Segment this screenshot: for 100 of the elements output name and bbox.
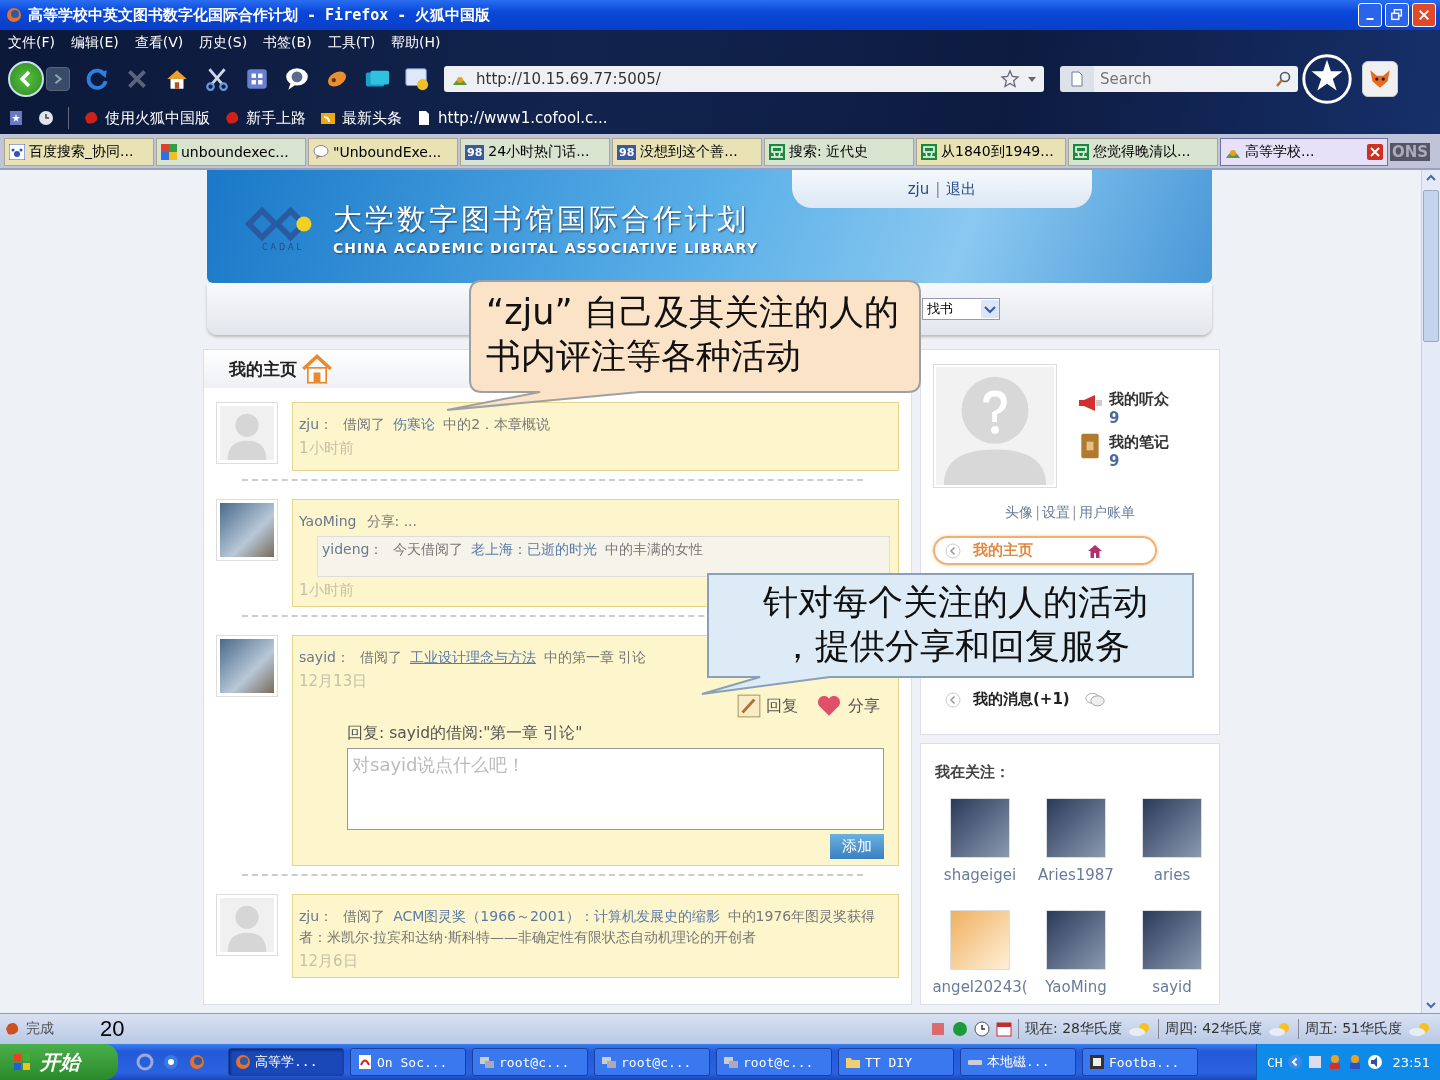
site-subtitle: CHINA ACADEMIC DIGITAL ASSOCIATIVE LIBRARY bbox=[333, 240, 758, 256]
photo-placeholder[interactable] bbox=[1046, 910, 1106, 970]
taskbar-button[interactable]: 本地磁... bbox=[960, 1048, 1076, 1076]
clock-icon[interactable] bbox=[974, 1021, 991, 1037]
taskbar-button[interactable]: Footba... bbox=[1082, 1048, 1198, 1076]
forward-button[interactable] bbox=[46, 67, 70, 91]
photo-placeholder[interactable] bbox=[950, 798, 1010, 858]
sidebar-nav-item[interactable]: 我的消息(+1) bbox=[933, 685, 1157, 714]
username-link[interactable]: sayid bbox=[1152, 978, 1192, 996]
speech-bubbles-icon bbox=[1085, 691, 1105, 708]
activity-text: zju： 借阅了 ACM图灵奖（1966～2001）：计算机发展史的缩影 中的1976年图灵奖获得者：米凯尔·拉宾和达纳·斯科特——非确定性有限状态自动机理论的开创者 bbox=[299, 907, 877, 947]
menu-item[interactable]: 文件(F) bbox=[8, 34, 55, 52]
profile-link[interactable]: 设置 bbox=[1042, 504, 1070, 522]
username-link[interactable]: Aries1987 bbox=[1038, 866, 1114, 884]
comment-field[interactable]: 对sayid说点什么吧！ bbox=[347, 748, 884, 830]
language-indicator[interactable]: CH bbox=[1266, 1054, 1283, 1070]
browser-icon[interactable] bbox=[136, 1053, 154, 1071]
bookmark-item[interactable]: http://www1.cofool.c... bbox=[416, 109, 608, 127]
maximize-button[interactable] bbox=[1385, 3, 1409, 27]
bookmark-item[interactable]: 最新头条 bbox=[320, 108, 402, 128]
search-icon[interactable] bbox=[1276, 71, 1292, 87]
share-button[interactable]: 分享 bbox=[814, 693, 880, 719]
book-link[interactable]: 老上海：已逝的时光 bbox=[471, 541, 598, 557]
minimize-button[interactable] bbox=[1358, 3, 1382, 27]
photo-placeholder[interactable] bbox=[1142, 910, 1202, 970]
scroll-thumb[interactable] bbox=[1423, 190, 1439, 342]
stat-label[interactable]: 我的听众 bbox=[1109, 390, 1169, 409]
window-icon[interactable] bbox=[244, 66, 270, 92]
back-button[interactable] bbox=[8, 61, 44, 97]
browser-tab[interactable]: unboundexec... bbox=[156, 138, 306, 166]
clock-icon[interactable] bbox=[38, 110, 54, 126]
fox-button[interactable] bbox=[1362, 61, 1398, 97]
taskbar-button[interactable]: 高等学... bbox=[228, 1048, 344, 1076]
pencil-icon bbox=[736, 693, 762, 719]
profile-link[interactable]: 头像 bbox=[1005, 504, 1034, 522]
menu-item[interactable]: 查看(V) bbox=[134, 34, 184, 52]
username-link[interactable]: YaoMing bbox=[1045, 978, 1107, 996]
username-link[interactable]: shageigei bbox=[943, 866, 1017, 884]
taskbar-button[interactable]: root@c... bbox=[716, 1048, 832, 1076]
caret-icon[interactable] bbox=[1028, 76, 1036, 82]
username-link[interactable]: angel20243( bbox=[932, 978, 1028, 996]
menu-item[interactable]: 历史(S) bbox=[199, 34, 248, 52]
menu-item[interactable]: 工具(T) bbox=[327, 34, 376, 52]
star-icon[interactable] bbox=[1000, 69, 1020, 89]
stat-label[interactable]: 我的笔记 bbox=[1109, 433, 1169, 452]
avatar-placeholder-icon bbox=[220, 406, 274, 460]
scissors-icon[interactable] bbox=[204, 66, 230, 92]
browser-tab[interactable]: 98 24小时热门话... bbox=[460, 138, 610, 166]
taskbar-button[interactable]: TT DIY bbox=[838, 1048, 954, 1076]
window-title: 高等学校中英文图书数字化国际合作计划 - Firefox - 火狐中国版 bbox=[28, 5, 491, 25]
reload-icon[interactable] bbox=[84, 66, 110, 92]
avatar[interactable] bbox=[216, 499, 278, 561]
feed-icon bbox=[320, 110, 336, 126]
terminal-icon bbox=[723, 1054, 739, 1070]
bookmark-item[interactable]: 新手上路 bbox=[224, 108, 306, 128]
address-field[interactable]: http://10.15.69.77:5005/ bbox=[444, 66, 1044, 92]
book-link[interactable]: 伤寒论 bbox=[393, 416, 436, 432]
username-link[interactable]: aries bbox=[1153, 866, 1191, 884]
book-link[interactable]: 工业设计理念与方法 bbox=[409, 649, 536, 665]
chevron-icon bbox=[945, 542, 961, 559]
menu-item[interactable]: 帮助(H) bbox=[391, 34, 441, 52]
profile-link[interactable]: 用户账单 bbox=[1078, 504, 1135, 522]
search-field[interactable]: Search bbox=[1094, 66, 1298, 92]
close-button[interactable] bbox=[1412, 3, 1436, 27]
taskbar-button[interactable]: On Soc... bbox=[350, 1048, 466, 1076]
speech-bubble-icon[interactable] bbox=[284, 66, 310, 92]
separator: | bbox=[1072, 504, 1077, 522]
search-type-dropdown[interactable]: 找书 bbox=[922, 298, 1000, 320]
avatar[interactable] bbox=[216, 635, 278, 697]
username-link[interactable]: zju bbox=[907, 180, 930, 198]
menu-item[interactable]: 书签(B) bbox=[263, 34, 312, 52]
browser-tab[interactable]: 98 没想到这个善... bbox=[612, 138, 762, 166]
logout-link[interactable]: 退出 bbox=[946, 179, 977, 199]
reply-button[interactable]: 回复 bbox=[736, 693, 798, 719]
browser-icon[interactable] bbox=[162, 1053, 180, 1071]
calendar-icon[interactable] bbox=[996, 1021, 1013, 1037]
photo-placeholder[interactable] bbox=[1142, 798, 1202, 858]
chevron-icon[interactable] bbox=[1286, 1054, 1303, 1070]
menu-item[interactable]: 编辑(E) bbox=[71, 34, 119, 52]
bookmark-item[interactable]: 使用火狐中国版 bbox=[83, 108, 210, 128]
browser-tab[interactable]: "UnboundExe... bbox=[308, 138, 458, 166]
volume-icon[interactable] bbox=[1366, 1054, 1383, 1070]
browser-tab[interactable]: 高等学校... bbox=[1220, 138, 1388, 166]
browser-tab[interactable]: 百度搜索_协同... bbox=[4, 138, 154, 166]
photo-placeholder[interactable] bbox=[1046, 798, 1106, 858]
screen-icon[interactable] bbox=[404, 66, 430, 92]
paw-icon bbox=[9, 144, 25, 160]
pdf-icon bbox=[357, 1054, 373, 1070]
page-icon bbox=[1069, 71, 1085, 87]
bookmark-icon[interactable] bbox=[8, 110, 24, 126]
logo-text: CADAL bbox=[262, 242, 304, 252]
start-button[interactable]: 开始 bbox=[0, 1044, 118, 1080]
close-tab-icon[interactable] bbox=[1367, 144, 1383, 160]
book-link[interactable]: ACM图灵奖（1966～2001）：计算机发展史的缩影 bbox=[393, 908, 720, 924]
taskbar-button[interactable]: root@c... bbox=[472, 1048, 588, 1076]
browser-tab[interactable]: 从1840到1949... bbox=[916, 138, 1066, 166]
app-icon bbox=[1089, 1054, 1105, 1070]
taskbar-button[interactable]: root@c... bbox=[594, 1048, 710, 1076]
browser-tab[interactable]: 搜索: 近代史 bbox=[764, 138, 914, 166]
browser-tab[interactable]: 您觉得晚清以... bbox=[1068, 138, 1218, 166]
